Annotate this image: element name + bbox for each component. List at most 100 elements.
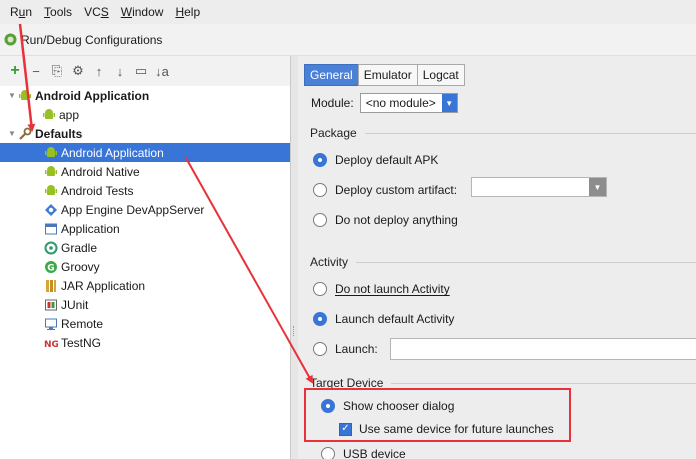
tree-label: Remote: [61, 316, 104, 331]
tree-label: Application: [61, 221, 120, 236]
package-group-label: Package: [310, 126, 696, 140]
artifact-select[interactable]: ▼: [471, 177, 607, 197]
tree-item-groovy[interactable]: G Groovy: [0, 257, 290, 276]
launch-activity-input[interactable]: [390, 338, 696, 360]
tree-label: Groovy: [61, 259, 100, 274]
do-not-deploy-radio[interactable]: Do not deploy anything: [313, 213, 458, 227]
config-settings-panel: General Emulator Logcat Module: <no modu…: [298, 56, 696, 459]
show-chooser-dialog-radio[interactable]: Show chooser dialog: [321, 399, 454, 413]
deploy-custom-artifact-radio[interactable]: Deploy custom artifact:: [313, 183, 457, 197]
module-value: <no module>: [365, 96, 436, 110]
tree-label: Gradle: [61, 240, 98, 255]
tree-item-remote[interactable]: Remote: [0, 314, 290, 333]
groovy-icon: G: [45, 260, 57, 273]
tree-item-testng[interactable]: NG TestNG: [0, 333, 290, 352]
android-icon: [45, 165, 57, 176]
svg-text:NG: NG: [44, 340, 58, 350]
android-studio-icon: [4, 33, 17, 46]
launch-default-activity-radio[interactable]: Launch default Activity: [313, 312, 454, 326]
dialog-title: Run/Debug Configurations: [21, 32, 163, 47]
wrench-icon: [19, 127, 32, 140]
do-not-launch-activity-radio[interactable]: Do not launch Activity: [313, 282, 450, 296]
tree-item-android-native[interactable]: Android Native: [0, 162, 290, 181]
testng-icon: NG: [44, 340, 58, 350]
activity-group-label: Activity: [310, 255, 696, 269]
jar-icon: [46, 279, 56, 292]
menu-window[interactable]: Window: [115, 0, 170, 24]
menu-run[interactable]: Run: [4, 0, 38, 24]
tab-emulator[interactable]: Emulator: [357, 64, 418, 86]
splitter-grip: [293, 326, 296, 336]
radio-unselected[interactable]: [321, 447, 335, 459]
module-select[interactable]: <no module> ▼: [359, 93, 458, 113]
android-icon: [19, 89, 31, 100]
tree-item-app-engine[interactable]: App Engine DevAppServer: [0, 200, 290, 219]
chevron-down-icon[interactable]: ▼: [589, 178, 606, 196]
radio-unselected[interactable]: [313, 213, 327, 227]
tree-item-android-tests[interactable]: Android Tests: [0, 181, 290, 200]
tree-label: app: [59, 107, 80, 122]
android-icon: [43, 108, 55, 119]
tree-label: Defaults: [35, 126, 83, 141]
menu-help[interactable]: Help: [169, 0, 206, 24]
tree-item-junit[interactable]: JUnit: [0, 295, 290, 314]
tree-label: Android Application: [35, 88, 150, 103]
android-icon: [45, 184, 57, 195]
svg-text:G: G: [47, 263, 54, 273]
radio-unselected[interactable]: [313, 282, 327, 296]
tab-logcat[interactable]: Logcat: [416, 64, 465, 86]
config-tree: ▼ Android Application app ▼ Defaults And…: [0, 86, 290, 352]
edit-defaults-button[interactable]: ⚙: [71, 63, 85, 79]
dialog-titlebar: Run/Debug Configurations: [0, 24, 696, 56]
launch-activity-radio[interactable]: Launch:: [313, 342, 378, 356]
tree-item-app[interactable]: app: [0, 105, 290, 124]
menu-tools[interactable]: Tools: [38, 0, 78, 24]
move-up-button[interactable]: ↑: [92, 63, 106, 79]
tree-label: JUnit: [61, 297, 89, 312]
tree-label: JAR Application: [61, 278, 146, 293]
radio-selected[interactable]: [321, 399, 335, 413]
collapse-arrow-icon[interactable]: ▼: [6, 129, 18, 138]
settings-tabs: General Emulator Logcat: [304, 64, 465, 86]
radio-selected[interactable]: [313, 153, 327, 167]
tree-label: TestNG: [61, 335, 102, 350]
tree-item-gradle[interactable]: Gradle: [0, 238, 290, 257]
copy-config-button[interactable]: ⎘: [50, 63, 64, 79]
config-tree-panel: + − ⎘ ⚙ ↑ ↓ ▭ ↓a ▼ Android Application a…: [0, 56, 291, 459]
remote-icon: [45, 318, 57, 330]
deploy-default-apk-radio[interactable]: Deploy default APK: [313, 153, 438, 167]
tree-group-defaults[interactable]: ▼ Defaults: [0, 124, 290, 143]
radio-selected[interactable]: [313, 312, 327, 326]
move-down-button[interactable]: ↓: [113, 63, 127, 79]
sort-button[interactable]: ↓a: [155, 63, 169, 79]
tree-item-application[interactable]: Application: [0, 219, 290, 238]
tree-group-android-application[interactable]: ▼ Android Application: [0, 86, 290, 105]
add-config-button[interactable]: +: [8, 62, 22, 79]
tree-label: Android Application: [61, 145, 164, 160]
tree-label: App Engine DevAppServer: [61, 202, 205, 217]
menu-bar: Run Tools VCS Window Help: [0, 0, 696, 24]
checkmark-icon[interactable]: ✓: [339, 422, 352, 436]
usb-device-radio[interactable]: USB device: [321, 447, 406, 459]
module-label: Module:: [311, 96, 354, 110]
application-window-icon: [45, 223, 57, 234]
tab-general[interactable]: General: [304, 64, 359, 86]
tree-label: Android Tests: [61, 183, 134, 198]
target-device-group-label: Target Device: [310, 376, 696, 390]
collapse-arrow-icon[interactable]: ▼: [6, 91, 18, 100]
tree-item-android-application[interactable]: Android Application: [0, 143, 290, 162]
menu-vcs[interactable]: VCS: [78, 0, 115, 24]
tree-toolbar: + − ⎘ ⚙ ↑ ↓ ▭ ↓a: [0, 56, 290, 86]
remove-config-button[interactable]: −: [29, 63, 43, 79]
folder-button[interactable]: ▭: [134, 63, 148, 79]
panel-splitter[interactable]: [291, 56, 298, 459]
chevron-down-icon[interactable]: ▼: [441, 94, 457, 112]
android-icon: [45, 146, 57, 157]
use-same-device-checkbox-row[interactable]: ✓ Use same device for future launches: [339, 422, 554, 436]
radio-unselected[interactable]: [313, 183, 327, 197]
tree-item-jar-application[interactable]: JAR Application: [0, 276, 290, 295]
radio-unselected[interactable]: [313, 342, 327, 356]
app-engine-icon: [45, 203, 57, 216]
gradle-icon: [44, 241, 58, 254]
tree-label: Android Native: [61, 164, 140, 179]
